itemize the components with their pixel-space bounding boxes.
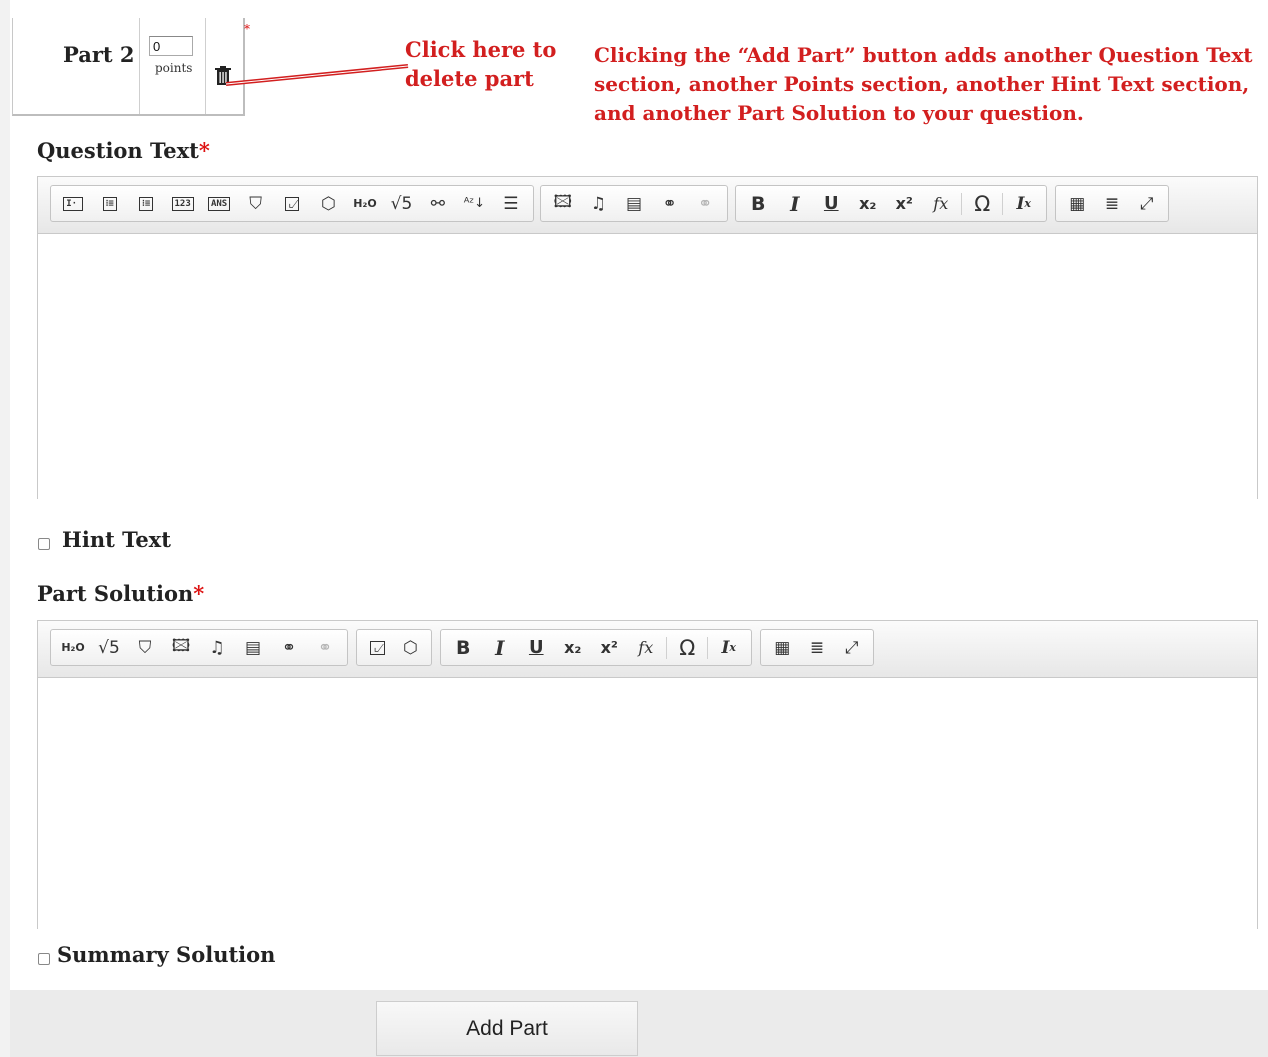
unlink-icon[interactable]: ⚭ <box>687 189 723 219</box>
toolbar-separator <box>666 636 667 659</box>
square-root-icon[interactable]: √5 <box>91 633 127 663</box>
toolbar-separator <box>1002 192 1004 215</box>
formula-icon[interactable]: fx <box>923 189 960 219</box>
required-marker: * <box>244 22 250 36</box>
toolbar-separator <box>961 192 962 215</box>
answer-field-icon[interactable]: ANS <box>201 189 237 219</box>
graph-icon[interactable]: ⌞⁄ <box>361 633 394 663</box>
toolbar-group-graph: ⌞⁄ ⬡ <box>356 629 432 666</box>
maximize-icon[interactable]: ⤢ <box>834 633 869 663</box>
part-solution-content[interactable] <box>38 678 1257 929</box>
points-input[interactable] <box>149 36 193 56</box>
table-icon[interactable]: ▦ <box>1060 189 1095 219</box>
graph-icon[interactable]: ⌞⁄ <box>274 189 310 219</box>
chemistry-icon[interactable]: H₂O <box>347 189 383 219</box>
add-part-annotation: Clicking the “Add Part” button adds anot… <box>594 41 1254 128</box>
molecule-icon[interactable]: ⚯ <box>420 189 456 219</box>
summary-solution-label: Summary Solution <box>57 942 276 967</box>
multiple-choice-icon[interactable]: ⁝≡ <box>91 189 127 219</box>
chemistry-icon[interactable]: H₂O <box>55 633 91 663</box>
question-text-toolbar: I· ⁝≡ ⁝≡ 123 ANS ⛉ ⌞⁄ ⬡ H₂O √5 ⚯ ᴬᶻ↓ ☰ 🖾… <box>38 177 1257 234</box>
italic-icon[interactable]: I <box>777 189 814 219</box>
shape-icon[interactable]: ⬡ <box>394 633 427 663</box>
part-solution-editor: H₂O √5 ⛉ 🖾 ♫ ▤ ⚭ ⚭ ⌞⁄ ⬡ B I U x₂ x² fx Ω… <box>37 620 1258 929</box>
remove-format-icon[interactable]: Ix <box>710 633 747 663</box>
link-icon[interactable]: ⚭ <box>271 633 307 663</box>
annotation-arrow <box>225 64 409 86</box>
image-icon[interactable]: 🖾 <box>163 633 199 663</box>
remove-format-icon[interactable]: Ix <box>1005 189 1042 219</box>
add-part-button[interactable]: Add Part <box>376 1001 638 1056</box>
hint-text-checkbox[interactable] <box>38 538 50 550</box>
divider <box>139 18 140 114</box>
table-icon[interactable]: ▦ <box>765 633 800 663</box>
video-icon[interactable]: ▤ <box>616 189 652 219</box>
numeric-entry-icon[interactable]: 123 <box>164 189 200 219</box>
bold-icon[interactable]: B <box>445 633 482 663</box>
points-label: points <box>155 61 193 75</box>
drawing-icon[interactable]: ⛉ <box>127 633 163 663</box>
required-marker: * <box>198 138 210 163</box>
toolbar-group-format: B I U x₂ x² fx Ω Ix <box>440 629 752 666</box>
link-icon[interactable]: ⚭ <box>652 189 688 219</box>
square-root-icon[interactable]: √5 <box>383 189 419 219</box>
subscript-icon[interactable]: x₂ <box>850 189 887 219</box>
unlink-icon[interactable]: ⚭ <box>307 633 343 663</box>
summary-solution-heading: Summary Solution <box>57 942 275 967</box>
horizontal-line-icon[interactable]: ≣ <box>800 633 835 663</box>
multiple-select-icon[interactable]: ⁝≡ <box>128 189 164 219</box>
table-format-icon[interactable]: ☰ <box>493 189 529 219</box>
part-solution-toolbar: H₂O √5 ⛉ 🖾 ♫ ▤ ⚭ ⚭ ⌞⁄ ⬡ B I U x₂ x² fx Ω… <box>38 621 1257 678</box>
underline-icon[interactable]: U <box>518 633 555 663</box>
part-label: Part 2 <box>63 42 135 67</box>
hint-text-label: Hint Text <box>62 527 171 552</box>
subscript-icon[interactable]: x₂ <box>555 633 592 663</box>
question-text-content[interactable] <box>38 234 1257 499</box>
divider <box>205 18 206 114</box>
part-header: Part 2 points <box>12 18 245 116</box>
toolbar-group-layout: ▦ ≣ ⤢ <box>1055 185 1169 222</box>
special-character-icon[interactable]: Ω <box>669 633 706 663</box>
toolbar-separator <box>707 636 709 659</box>
required-marker: * <box>193 581 205 606</box>
text-entry-icon[interactable]: I· <box>55 189 91 219</box>
footer-bar <box>10 990 1268 1057</box>
toolbar-group-media: 🖾 ♫ ▤ ⚭ ⚭ <box>540 185 728 222</box>
audio-icon[interactable]: ♫ <box>581 189 617 219</box>
video-icon[interactable]: ▤ <box>235 633 271 663</box>
summary-solution-checkbox[interactable] <box>38 953 50 965</box>
question-text-label: Question Text <box>37 138 199 163</box>
toolbar-group-layout: ▦ ≣ ⤢ <box>760 629 874 666</box>
part-solution-label: Part Solution <box>37 581 194 606</box>
hint-text-heading: Hint Text <box>62 527 171 552</box>
audio-icon[interactable]: ♫ <box>199 633 235 663</box>
superscript-icon[interactable]: x² <box>886 189 923 219</box>
annotation-line: Click here to <box>405 37 557 62</box>
italic-icon[interactable]: I <box>482 633 519 663</box>
maximize-icon[interactable]: ⤢ <box>1129 189 1164 219</box>
annotation-line: delete part <box>405 66 534 91</box>
toolbar-group-insert: I· ⁝≡ ⁝≡ 123 ANS ⛉ ⌞⁄ ⬡ H₂O √5 ⚯ ᴬᶻ↓ ☰ <box>50 185 534 222</box>
image-icon[interactable]: 🖾 <box>545 189 581 219</box>
annotation-line: Clicking the “Add Part” button adds anot… <box>594 43 1253 67</box>
question-text-heading: Question Text* <box>37 138 210 163</box>
toolbar-group-format: B I U x₂ x² fx Ω Ix <box>735 185 1047 222</box>
sort-icon[interactable]: ᴬᶻ↓ <box>456 189 492 219</box>
superscript-icon[interactable]: x² <box>591 633 628 663</box>
annotation-line: and another Part Solution to your questi… <box>594 101 1084 125</box>
bold-icon[interactable]: B <box>740 189 777 219</box>
toolbar-group-insert: H₂O √5 ⛉ 🖾 ♫ ▤ ⚭ ⚭ <box>50 629 348 666</box>
horizontal-line-icon[interactable]: ≣ <box>1095 189 1130 219</box>
delete-part-annotation: Click here to delete part <box>405 35 556 93</box>
annotation-line: section, another Points section, another… <box>594 72 1250 96</box>
formula-icon[interactable]: fx <box>628 633 665 663</box>
underline-icon[interactable]: U <box>813 189 850 219</box>
special-character-icon[interactable]: Ω <box>964 189 1001 219</box>
drawing-icon[interactable]: ⛉ <box>237 189 273 219</box>
question-text-editor: I· ⁝≡ ⁝≡ 123 ANS ⛉ ⌞⁄ ⬡ H₂O √5 ⚯ ᴬᶻ↓ ☰ 🖾… <box>37 176 1258 499</box>
part-solution-heading: Part Solution* <box>37 581 204 606</box>
shape-icon[interactable]: ⬡ <box>310 189 346 219</box>
